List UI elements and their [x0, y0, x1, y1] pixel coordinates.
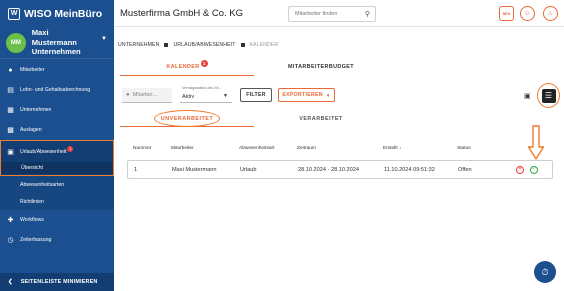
people-icon: ●	[8, 66, 13, 74]
employee-filter-placeholder: Mitarbei...	[132, 92, 158, 98]
user-name: Maxi Mustermann	[31, 28, 77, 47]
export-button-label: EXPORTIEREN	[282, 92, 323, 98]
chevron-down-icon: ▼	[325, 92, 331, 98]
column-header[interactable]: Abwesenheitsart	[239, 146, 297, 151]
company-name: Musterfirma GmbH & Co. KG	[120, 7, 243, 19]
logo-text: WISO MeinBüro	[24, 7, 103, 20]
search-placeholder: Mitarbeiter finden	[295, 11, 338, 17]
calculator-icon: ▩	[7, 126, 14, 134]
sidebar-item-label: Zeiterfassung	[20, 237, 52, 243]
bell-icon[interactable]: ♨	[543, 6, 558, 21]
timer-fab-button[interactable]: ⏱	[534, 261, 556, 283]
sidebar-item-label: Workflows	[20, 217, 44, 223]
tab-verarbeitet[interactable]: VERARBEITET	[254, 111, 388, 127]
sidebar-item-label: Lohn- und Gehaltsabrechnung	[20, 87, 91, 93]
breadcrumb-item[interactable]: URLAUB/ABWESENHEIT	[173, 42, 235, 48]
clock-icon: ◷	[7, 236, 14, 244]
breadcrumb: UNTERNEHMEN URLAUB/ABWESENHEIT KALENDER	[118, 42, 278, 48]
workflow-icon: ✚	[7, 216, 14, 224]
sidebar-item-label: Auslagen	[20, 127, 42, 133]
sidebar-item-mitarbeiter[interactable]: ● Mitarbeiter	[0, 60, 114, 80]
cell-zeitraum: 28.10.2024 - 28.10.2024	[298, 166, 359, 173]
sidebar-item-lohn[interactable]: ▤ Lohn- und Gehaltsabrechnung	[0, 80, 114, 100]
column-header[interactable]: Status	[457, 146, 511, 151]
tab-mitarbeiterbudget[interactable]: MITARBEITERBUDGET	[254, 58, 388, 76]
contract-status-label: Vertragsstatus des Mi...	[182, 86, 222, 90]
user-icon[interactable]: ☺	[520, 6, 535, 21]
sidebar-item-workflows[interactable]: ✚ Workflows	[0, 210, 114, 230]
cell-erstellt: 11.10.2024 09:51:32	[384, 166, 435, 173]
export-button[interactable]: EXPORTIEREN ▼	[278, 88, 335, 102]
logo-mark-icon: W	[8, 7, 20, 20]
breadcrumb-item[interactable]: UNTERNEHMEN	[118, 42, 159, 48]
approve-icon[interactable]: ✓	[530, 165, 538, 174]
chevron-down-icon[interactable]: ▼	[223, 93, 228, 99]
notification-badge: 1	[67, 146, 74, 152]
column-header[interactable]: Zeitraum	[297, 146, 383, 151]
sidebar-item-zeiterfassung[interactable]: ◷ Zeiterfassung	[0, 230, 114, 250]
people-icon: ●	[126, 92, 130, 98]
sidebar-item-label: Unternehmen	[20, 107, 52, 113]
sidebar-subitem-richtlinien[interactable]: Richtlinien	[0, 193, 114, 210]
sidebar-item-urlaub[interactable]: ▣ Urlaub/Abwesenheit1 Übersicht	[0, 140, 114, 176]
sidebar-subitem-abwesenheitsarten[interactable]: Abwesenheitsarten	[0, 176, 114, 193]
filter-button[interactable]: FILTER	[240, 88, 272, 102]
breadcrumb-separator	[240, 43, 245, 47]
annotation-arrow-icon	[527, 125, 545, 160]
search-icon[interactable]: ⚲	[365, 10, 370, 18]
sidebar-item-label: Mitarbeiter	[20, 67, 45, 73]
notification-badge: 1	[200, 60, 208, 67]
stopwatch-icon: ⏱	[541, 266, 549, 277]
calendar-icon: ▣	[7, 148, 14, 156]
sidebar-item-unternehmen[interactable]: ▦ Unternehmen	[0, 100, 114, 120]
table-header: Nummer Mitarbeiter Abwesenheitsart Zeitr…	[127, 141, 553, 155]
tab-kalender[interactable]: KALENDER 1	[120, 58, 254, 76]
column-header[interactable]: Nummer	[127, 146, 171, 151]
sidebar-item-label: Urlaub/Abwesenheit1	[20, 146, 74, 155]
search-input[interactable]: Mitarbeiter finden ⚲	[288, 6, 376, 22]
logo[interactable]: W WISO MeinBüro	[0, 0, 114, 27]
new-button[interactable]: NEU	[499, 6, 514, 21]
list-view-icon[interactable]: ☰	[541, 88, 556, 103]
building-icon: ▦	[7, 106, 14, 114]
sidebar-nav: ● Mitarbeiter ▤ Lohn- und Gehaltsabrechn…	[0, 60, 114, 250]
absence-table: Nummer Mitarbeiter Abwesenheitsart Zeitr…	[127, 141, 553, 179]
user-role: Unternehmen	[31, 47, 81, 57]
column-header[interactable]: Mitarbeiter	[171, 146, 239, 151]
calendar-view-icon[interactable]: ▣	[524, 92, 531, 100]
breadcrumb-current: KALENDER	[249, 42, 279, 48]
cell-status: Offen	[458, 166, 472, 173]
sidebar: W WISO MeinBüro MM Maxi Mustermann Unter…	[0, 0, 114, 291]
chevron-down-icon[interactable]: ▼	[101, 36, 107, 42]
employee-filter-select[interactable]: ● Mitarbei...	[122, 88, 172, 103]
sidebar-item-label-text: Urlaub/Abwesenheit	[20, 149, 67, 155]
chevron-left-icon: ❮	[8, 279, 13, 285]
cell-abwesenheitsart: Urlaub	[240, 166, 257, 173]
row-actions: ✕ ✓	[512, 165, 552, 174]
avatar: MM	[6, 32, 26, 53]
tab-highlight-ring	[154, 110, 220, 127]
user-menu[interactable]: MM Maxi Mustermann Unternehmen ▼	[0, 27, 114, 59]
collapse-sidebar-button[interactable]: ❮ SEITENLEISTE MINIMIEREN	[0, 273, 114, 291]
reject-icon[interactable]: ✕	[516, 165, 524, 174]
sidebar-item-auslagen[interactable]: ▩ Auslagen	[0, 120, 114, 140]
breadcrumb-separator	[164, 43, 169, 47]
sidebar-subitem-uebersicht[interactable]: Übersicht	[1, 162, 113, 174]
tab-label: KALENDER	[166, 63, 200, 70]
list-view-highlight: ☰	[537, 83, 560, 108]
column-header[interactable]: Erstellt ↓	[383, 146, 457, 151]
receipt-icon: ▤	[7, 86, 14, 94]
contract-status-value: Aktiv	[182, 94, 195, 100]
collapse-sidebar-label: SEITENLEISTE MINIMIEREN	[20, 279, 98, 285]
table-row[interactable]: 1 Maxi Mustermann Urlaub 28.10.2024 - 28…	[127, 160, 553, 179]
cell-mitarbeiter: Maxi Mustermann	[172, 166, 217, 173]
cell-nummer: 1	[134, 166, 138, 173]
